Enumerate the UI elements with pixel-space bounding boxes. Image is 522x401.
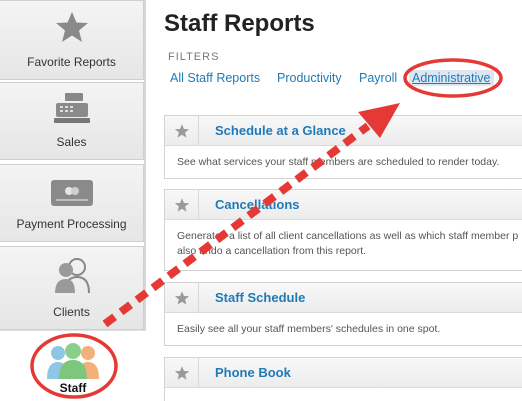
- sidebar-item-staff[interactable]: Staff: [0, 330, 146, 401]
- favorite-star-icon[interactable]: [165, 358, 199, 388]
- sidebar-item-label: Payment Processing: [16, 217, 127, 231]
- credit-card-icon: [50, 179, 94, 212]
- sidebar-item-sales[interactable]: Sales: [0, 82, 144, 160]
- report-description: Easily see all your staff members' sched…: [177, 323, 441, 335]
- report-description: See what services your staff members are…: [177, 156, 500, 168]
- sidebar-item-label: Favorite Reports: [27, 55, 116, 69]
- report-title[interactable]: Schedule at a Glance: [215, 123, 346, 138]
- report-card: Staff Schedule Easily see all your staff…: [164, 282, 522, 346]
- staff-icon: [46, 341, 100, 384]
- sidebar-item-payment-processing[interactable]: Payment Processing: [0, 164, 144, 242]
- report-card: Cancellations Generates a list of all cl…: [164, 189, 522, 271]
- report-description-line: also undo a cancellation from this repor…: [177, 245, 367, 257]
- report-title[interactable]: Phone Book: [215, 365, 291, 380]
- tab-productivity[interactable]: Productivity: [277, 71, 342, 85]
- tab-payroll[interactable]: Payroll: [359, 71, 397, 85]
- cash-register-icon: [52, 91, 92, 130]
- report-description: Generates a list of all client cancellat…: [165, 220, 522, 268]
- sidebar-item-label: Sales: [56, 135, 87, 149]
- report-card: Phone Book: [164, 357, 522, 401]
- favorite-star-icon[interactable]: [165, 190, 199, 220]
- sidebar-item-favorite-reports[interactable]: Favorite Reports: [0, 0, 144, 80]
- main-content: Staff Reports FILTERS All Staff Reports …: [146, 0, 522, 401]
- favorite-star-icon[interactable]: [165, 116, 199, 146]
- favorite-star-icon[interactable]: [165, 283, 199, 313]
- report-title[interactable]: Staff Schedule: [215, 290, 305, 305]
- clients-icon: [53, 255, 91, 300]
- report-card: Schedule at a Glance See what services y…: [164, 115, 522, 179]
- sidebar-item-label: Clients: [53, 305, 90, 319]
- sidebar: Favorite Reports Sales Payment Processin…: [0, 0, 146, 401]
- report-card-header: Cancellations: [165, 190, 522, 220]
- page-title: Staff Reports: [164, 10, 315, 37]
- report-card-header: Schedule at a Glance: [165, 116, 522, 146]
- tab-administrative[interactable]: Administrative: [409, 70, 494, 86]
- tab-all-staff-reports[interactable]: All Staff Reports: [170, 71, 260, 85]
- report-card-header: Phone Book: [165, 358, 522, 388]
- report-description-line: Generates a list of all client cancellat…: [177, 230, 519, 242]
- report-title[interactable]: Cancellations: [215, 197, 300, 212]
- sidebar-item-clients[interactable]: Clients: [0, 246, 144, 330]
- report-card-header: Staff Schedule: [165, 283, 522, 313]
- star-icon: [54, 9, 90, 50]
- filters-label: FILTERS: [168, 51, 220, 63]
